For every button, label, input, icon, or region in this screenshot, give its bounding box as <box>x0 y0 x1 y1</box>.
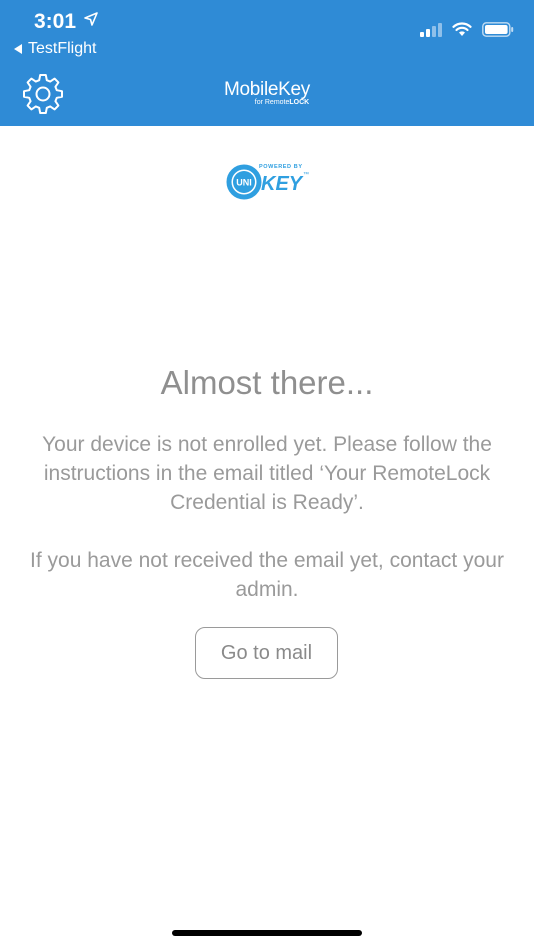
status-indicators <box>420 22 514 37</box>
app-subtitle-suffix: LOCK <box>289 99 310 106</box>
go-to-mail-button[interactable]: Go to mail <box>195 627 338 679</box>
location-arrow-icon <box>84 12 98 26</box>
enrollment-message: Your device is not enrolled yet. Please … <box>42 433 492 514</box>
home-indicator[interactable] <box>172 930 362 936</box>
back-arrow-icon <box>14 44 22 54</box>
contact-admin-message: If you have not received the email yet, … <box>30 549 504 601</box>
app-subtitle-prefix: for Remote <box>254 99 290 106</box>
trademark-text: ™ <box>303 171 309 178</box>
cellular-signal-icon <box>420 22 442 37</box>
screen: 3:01 TestFlight MobileKey for RemoteLOCK… <box>0 0 534 950</box>
mobilekey-logo: MobileKey for RemoteLOCK <box>0 79 534 107</box>
app-subtitle: for RemoteLOCK <box>0 99 534 106</box>
back-to-testflight[interactable]: TestFlight <box>14 40 96 58</box>
status-time: 3:01 <box>34 10 77 33</box>
page-title: Almost there... <box>160 364 374 401</box>
header-bar: 3:01 TestFlight MobileKey for RemoteLOCK <box>0 0 534 126</box>
wifi-icon <box>452 22 472 36</box>
key-text: KEY <box>261 173 304 195</box>
powered-by-text: POWERED BY <box>259 164 303 170</box>
app-name: MobileKey <box>223 79 310 100</box>
uni-text: UNI <box>236 178 252 188</box>
unikey-logo: POWERED BY UNI KEY ™ <box>226 164 309 200</box>
battery-icon <box>482 22 514 37</box>
back-label: TestFlight <box>28 40 97 57</box>
